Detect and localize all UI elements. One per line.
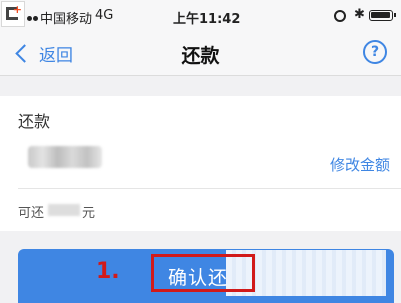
available-amount-redacted bbox=[48, 204, 80, 216]
app-logo-icon: + bbox=[1, 1, 25, 27]
section-label: 还款 bbox=[18, 112, 51, 131]
highlight-annotation-box bbox=[151, 254, 255, 292]
step-annotation: 1. bbox=[96, 259, 120, 284]
available-amount-prefix: 可还 bbox=[18, 206, 45, 221]
bluetooth-icon: ✱ bbox=[354, 7, 365, 22]
repayment-amount-redacted bbox=[28, 146, 102, 168]
modify-amount-link[interactable]: 修改金额 bbox=[330, 154, 390, 175]
carrier-label: 中国移动 bbox=[40, 12, 93, 27]
repayment-card: 还款 修改金额 可还 元 bbox=[0, 96, 401, 231]
signal-strength-icon bbox=[27, 10, 39, 21]
available-amount-suffix: 元 bbox=[82, 206, 96, 221]
status-time: 上午11:42 bbox=[173, 12, 241, 27]
network-type: 4G bbox=[95, 8, 114, 23]
status-bar: + 中国移动 4G 上午11:42 ✱ bbox=[0, 0, 401, 32]
navigation-bar: 返回 还款 ? bbox=[0, 32, 401, 76]
orientation-lock-icon bbox=[334, 10, 346, 22]
battery-icon bbox=[369, 10, 396, 21]
page-title: 还款 bbox=[181, 45, 220, 67]
help-icon[interactable]: ? bbox=[363, 40, 387, 64]
divider bbox=[18, 188, 401, 189]
